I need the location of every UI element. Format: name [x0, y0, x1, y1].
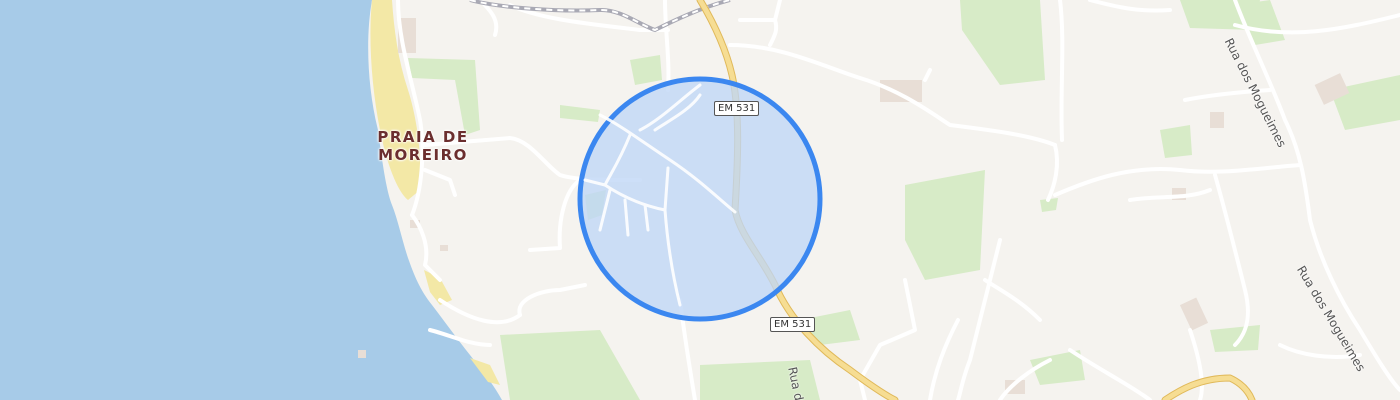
route-shield-bottom: EM 531: [770, 317, 816, 332]
location-accuracy-circle: [577, 76, 823, 322]
place-label-line2: MOREIRO: [378, 146, 468, 164]
place-label-praia-de-moreiro: PRAIA DE MOREIRO: [376, 128, 470, 164]
map-base: [0, 0, 1400, 400]
route-shield-top: EM 531: [714, 101, 760, 116]
map-view[interactable]: PRAIA DE MOREIRO EM 531 EM 531 Rua dos M…: [0, 0, 1400, 400]
place-label-line1: PRAIA DE: [377, 128, 469, 146]
